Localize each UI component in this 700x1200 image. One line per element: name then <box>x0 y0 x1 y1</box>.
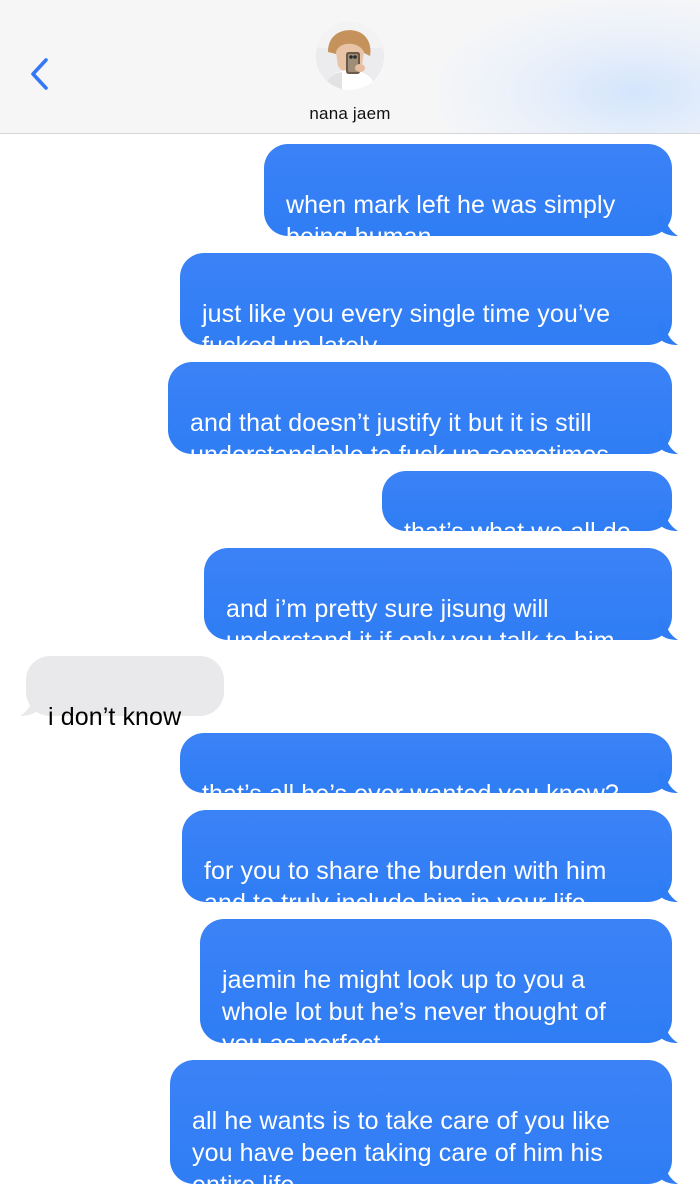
bubble-tail <box>658 509 678 531</box>
bubble-tail <box>658 880 678 902</box>
message-bubble-sent[interactable]: that’s all he’s ever wanted you know? <box>180 733 678 808</box>
messages-screen: nana jaem when mark left he was simply b… <box>0 0 700 1200</box>
bubble-tail <box>658 618 678 640</box>
contact-avatar-photo <box>316 22 384 90</box>
message-text: and that doesn’t justify it but it is st… <box>190 409 610 469</box>
message-text: just like you every single time you’ve f… <box>202 300 611 360</box>
bubble-tail <box>658 1021 678 1043</box>
bubble-tail <box>20 694 40 716</box>
contact-name[interactable]: nana jaem <box>0 104 700 124</box>
message-text: when mark left he was simply being human <box>286 191 616 251</box>
back-button[interactable] <box>24 54 60 94</box>
bubble-tail <box>658 323 678 345</box>
chevron-left-icon <box>31 58 48 90</box>
bubble-tail <box>658 432 678 454</box>
avatar[interactable] <box>316 22 384 90</box>
message-text: i don’t know <box>48 703 182 731</box>
conversation-header: nana jaem <box>0 0 700 134</box>
message-bubble-sent[interactable]: when mark left he was simply being human <box>264 144 678 251</box>
message-text: jaemin he might look up to you a whole l… <box>222 966 606 1058</box>
message-text: that’s all he’s ever wanted you know? <box>202 780 619 808</box>
message-bubble-sent[interactable]: and that doesn’t justify it but it is st… <box>168 362 678 469</box>
message-text: that’s what we all do <box>404 518 631 546</box>
message-bubble-sent[interactable]: jaemin he might look up to you a whole l… <box>200 919 678 1058</box>
message-bubble-sent[interactable]: all he wants is to take care of you like… <box>170 1060 678 1199</box>
message-text: for you to share the burden with him and… <box>204 857 607 917</box>
bubble-tail <box>658 771 678 793</box>
message-bubble-received[interactable]: i don’t know <box>20 656 224 731</box>
message-bubble-sent[interactable]: for you to share the burden with him and… <box>182 810 678 917</box>
message-bubble-sent[interactable]: that’s what we all do <box>382 471 678 546</box>
message-text: and i’m pretty sure jisung will understa… <box>226 595 615 655</box>
bubble-tail <box>658 1162 678 1184</box>
message-bubble-sent[interactable]: just like you every single time you’ve f… <box>180 253 678 360</box>
message-bubble-sent[interactable]: and i’m pretty sure jisung will understa… <box>204 548 678 655</box>
message-text: all he wants is to take care of you like… <box>192 1107 611 1199</box>
bubble-tail <box>658 214 678 236</box>
